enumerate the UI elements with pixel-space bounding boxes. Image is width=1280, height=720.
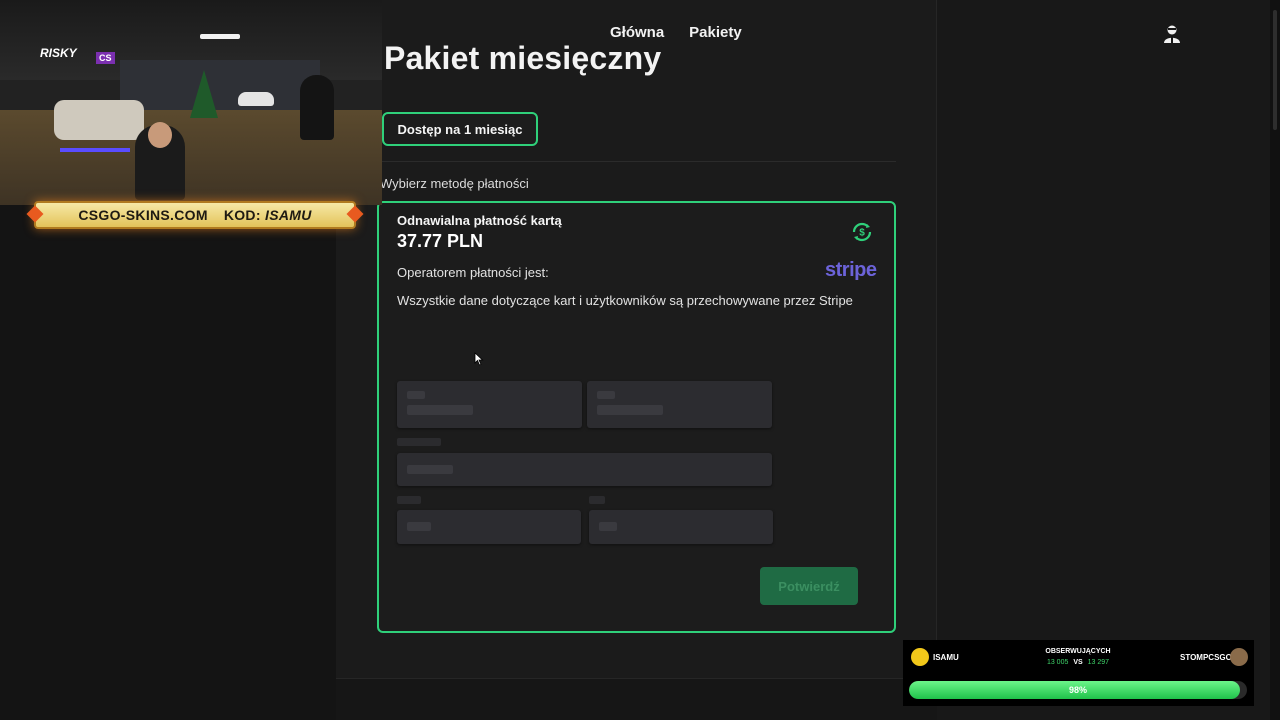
- page-title: Pakiet miesięczny: [384, 40, 662, 76]
- vs-label: VS: [1073, 659, 1083, 666]
- right-count: 13 297: [1087, 659, 1110, 666]
- payment-method-title: Odnawialna płatność kartą: [397, 213, 562, 228]
- user-icon[interactable]: [1162, 24, 1182, 44]
- left-streamer-name: ISAMU: [933, 653, 959, 662]
- wall-logo: RISKY: [40, 46, 77, 60]
- card-field-skeleton-4[interactable]: [397, 510, 581, 544]
- data-storage-notice: Wszystkie dane dotyczące kart i użytkown…: [397, 293, 853, 308]
- follower-battle-widget: ISAMU OBSERWUJĄCYCH 13 005 VS 13 297 STO…: [903, 640, 1254, 706]
- scrollbar[interactable]: [1270, 0, 1280, 720]
- field-label-skeleton: [589, 496, 605, 504]
- stripe-logo: stripe: [825, 259, 877, 281]
- banner-code-label: KOD:: [223, 207, 261, 223]
- scrollbar-thumb[interactable]: [1273, 10, 1277, 130]
- payment-method-card[interactable]: Odnawialna płatność kartą 37.77 PLN $ Op…: [377, 201, 896, 633]
- wall-sticker: CS: [96, 52, 115, 64]
- left-count: 13 005: [1046, 659, 1069, 666]
- divider: [380, 161, 896, 162]
- nav-packages-link[interactable]: Pakiety: [689, 24, 742, 41]
- left-avatar: [911, 648, 929, 666]
- webcam-overlay: RISKY CS: [0, 0, 382, 205]
- card-field-skeleton-2[interactable]: [587, 381, 772, 428]
- field-label-skeleton: [397, 496, 421, 504]
- sponsor-banner: CSGO-SKINS.COM KOD: ISAMU: [26, 201, 364, 229]
- right-background: [937, 0, 1280, 720]
- banner-code-group: KOD: ISAMU: [224, 207, 312, 223]
- banner-site: CSGO-SKINS.COM: [78, 207, 208, 223]
- svg-text:$: $: [859, 228, 865, 239]
- battle-progress-label: 98%: [1068, 685, 1087, 695]
- right-streamer-name: STOMPCSGO: [1180, 653, 1232, 662]
- confirm-button[interactable]: Potwierdź: [760, 567, 858, 605]
- cursor-icon: [474, 352, 484, 366]
- battle-counts: 13 005 VS 13 297: [1033, 659, 1123, 666]
- payment-price: 37.77 PLN: [397, 231, 484, 251]
- battle-progress-bar: 98%: [909, 681, 1247, 699]
- payment-operator-label: Operatorem płatności jest:: [397, 265, 549, 280]
- choose-payment-label: Wybierz metodę płatności: [380, 176, 529, 191]
- card-field-skeleton-3[interactable]: [397, 453, 772, 486]
- card-field-skeleton-1[interactable]: [397, 381, 582, 428]
- card-field-skeleton-5[interactable]: [589, 510, 773, 544]
- renew-icon: $: [852, 222, 872, 242]
- battle-heading: OBSERWUJĄCYCH: [1045, 648, 1111, 655]
- top-nav: Główna Pakiety: [610, 24, 742, 41]
- banner-code: ISAMU: [265, 207, 312, 223]
- nav-home-link[interactable]: Główna: [610, 24, 664, 41]
- field-label-skeleton: [397, 438, 441, 446]
- access-option-button[interactable]: Dostęp na 1 miesiąc: [382, 112, 538, 146]
- right-avatar: [1230, 648, 1248, 666]
